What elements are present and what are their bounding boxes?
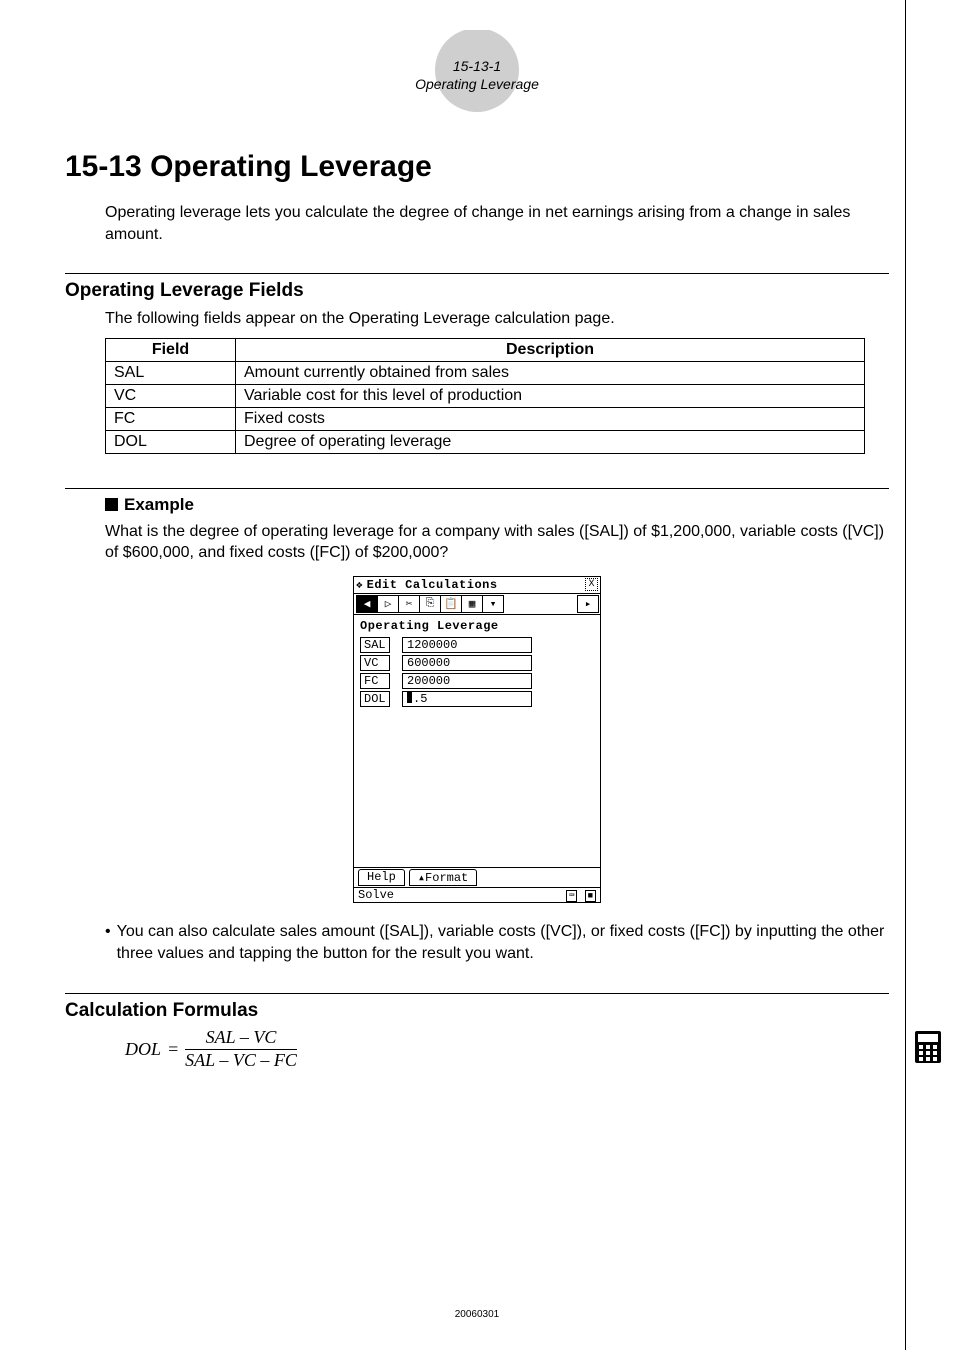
help-tab[interactable]: Help [358, 869, 405, 886]
calc-titlebar: ❖ Edit Calculations X [354, 577, 600, 594]
footer-code: 20060301 [0, 1309, 954, 1320]
table-row: SAL Amount currently obtained from sales [106, 361, 865, 384]
table-row: DOL Degree of operating leverage [106, 430, 865, 453]
close-icon[interactable]: X [585, 578, 598, 591]
table-row: FC Fixed costs [106, 407, 865, 430]
calculator-screenshot: ❖ Edit Calculations X ◀ ▷ ✂ ⎘ 📋 ▦ ▾ ▸ Op… [353, 576, 601, 903]
page-header-badge: 15-13-1 Operating Leverage [397, 30, 557, 120]
fields-table: Field Description SAL Amount currently o… [105, 338, 865, 454]
dropdown-icon[interactable]: ▾ [482, 595, 504, 613]
copy-icon[interactable]: ⎘ [419, 595, 441, 613]
example-text: What is the degree of operating leverage… [105, 521, 889, 564]
field-desc: Amount currently obtained from sales [236, 361, 865, 384]
fc-input[interactable]: 200000 [402, 673, 532, 689]
dol-formula: DOL = SAL – VC SAL – VC – FC [125, 1028, 889, 1071]
formulas-heading: Calculation Formulas [65, 1000, 889, 1022]
calc-tabbar: Help ▴Format [354, 867, 600, 887]
dol-input[interactable]: .5 [402, 691, 532, 707]
cut-icon[interactable]: ✂ [398, 595, 420, 613]
cursor-icon [407, 692, 412, 703]
stop-icon[interactable]: ■ [585, 890, 596, 902]
intro-paragraph: Operating leverage lets you calculate th… [105, 202, 889, 245]
calculator-side-icon [914, 1030, 942, 1062]
next-icon[interactable]: ▷ [377, 595, 399, 613]
calc-toolbar: ◀ ▷ ✂ ⎘ 📋 ▦ ▾ ▸ [354, 594, 600, 615]
field-name: SAL [106, 361, 236, 384]
fc-button[interactable]: FC [360, 673, 390, 689]
header-section-name: Operating Leverage [415, 76, 539, 92]
field-name: DOL [106, 430, 236, 453]
calc-row-sal: SAL 1200000 [360, 637, 594, 653]
calc-statusbar: Solve ⌨ ■ [354, 887, 600, 902]
fields-heading: Operating Leverage Fields [65, 280, 889, 302]
calc-menubar[interactable]: Edit Calculations [367, 578, 581, 592]
field-desc: Degree of operating leverage [236, 430, 865, 453]
format-tab[interactable]: ▴Format [409, 869, 477, 886]
sal-button[interactable]: SAL [360, 637, 390, 653]
grid-icon[interactable]: ▦ [461, 595, 483, 613]
vc-input[interactable]: 600000 [402, 655, 532, 671]
fields-lead: The following fields appear on the Opera… [105, 308, 889, 330]
calc-heading: Operating Leverage [360, 619, 594, 633]
calc-row-dol: DOL .5 [360, 691, 594, 707]
keyboard-icon[interactable]: ⌨ [566, 890, 577, 902]
example-heading: Example [105, 495, 889, 515]
field-desc: Variable cost for this level of producti… [236, 384, 865, 407]
dol-button[interactable]: DOL [360, 691, 390, 707]
field-name: VC [106, 384, 236, 407]
note-bullet: • You can also calculate sales amount ([… [105, 921, 889, 965]
vc-button[interactable]: VC [360, 655, 390, 671]
more-icon[interactable]: ▸ [577, 595, 599, 613]
paste-icon[interactable]: 📋 [440, 595, 462, 613]
table-row: VC Variable cost for this level of produ… [106, 384, 865, 407]
fields-col-desc: Description [236, 338, 865, 361]
calc-row-vc: VC 600000 [360, 655, 594, 671]
field-desc: Fixed costs [236, 407, 865, 430]
square-bullet-icon [105, 498, 118, 511]
sal-input[interactable]: 1200000 [402, 637, 532, 653]
status-text: Solve [358, 888, 394, 902]
fields-col-field: Field [106, 338, 236, 361]
calc-row-fc: FC 200000 [360, 673, 594, 689]
header-section-number: 15-13-1 [453, 58, 501, 74]
page-title: 15-13 Operating Leverage [65, 150, 889, 184]
field-name: FC [106, 407, 236, 430]
prev-icon[interactable]: ◀ [356, 595, 378, 613]
settings-dropdown-icon[interactable]: ❖ [356, 578, 363, 592]
